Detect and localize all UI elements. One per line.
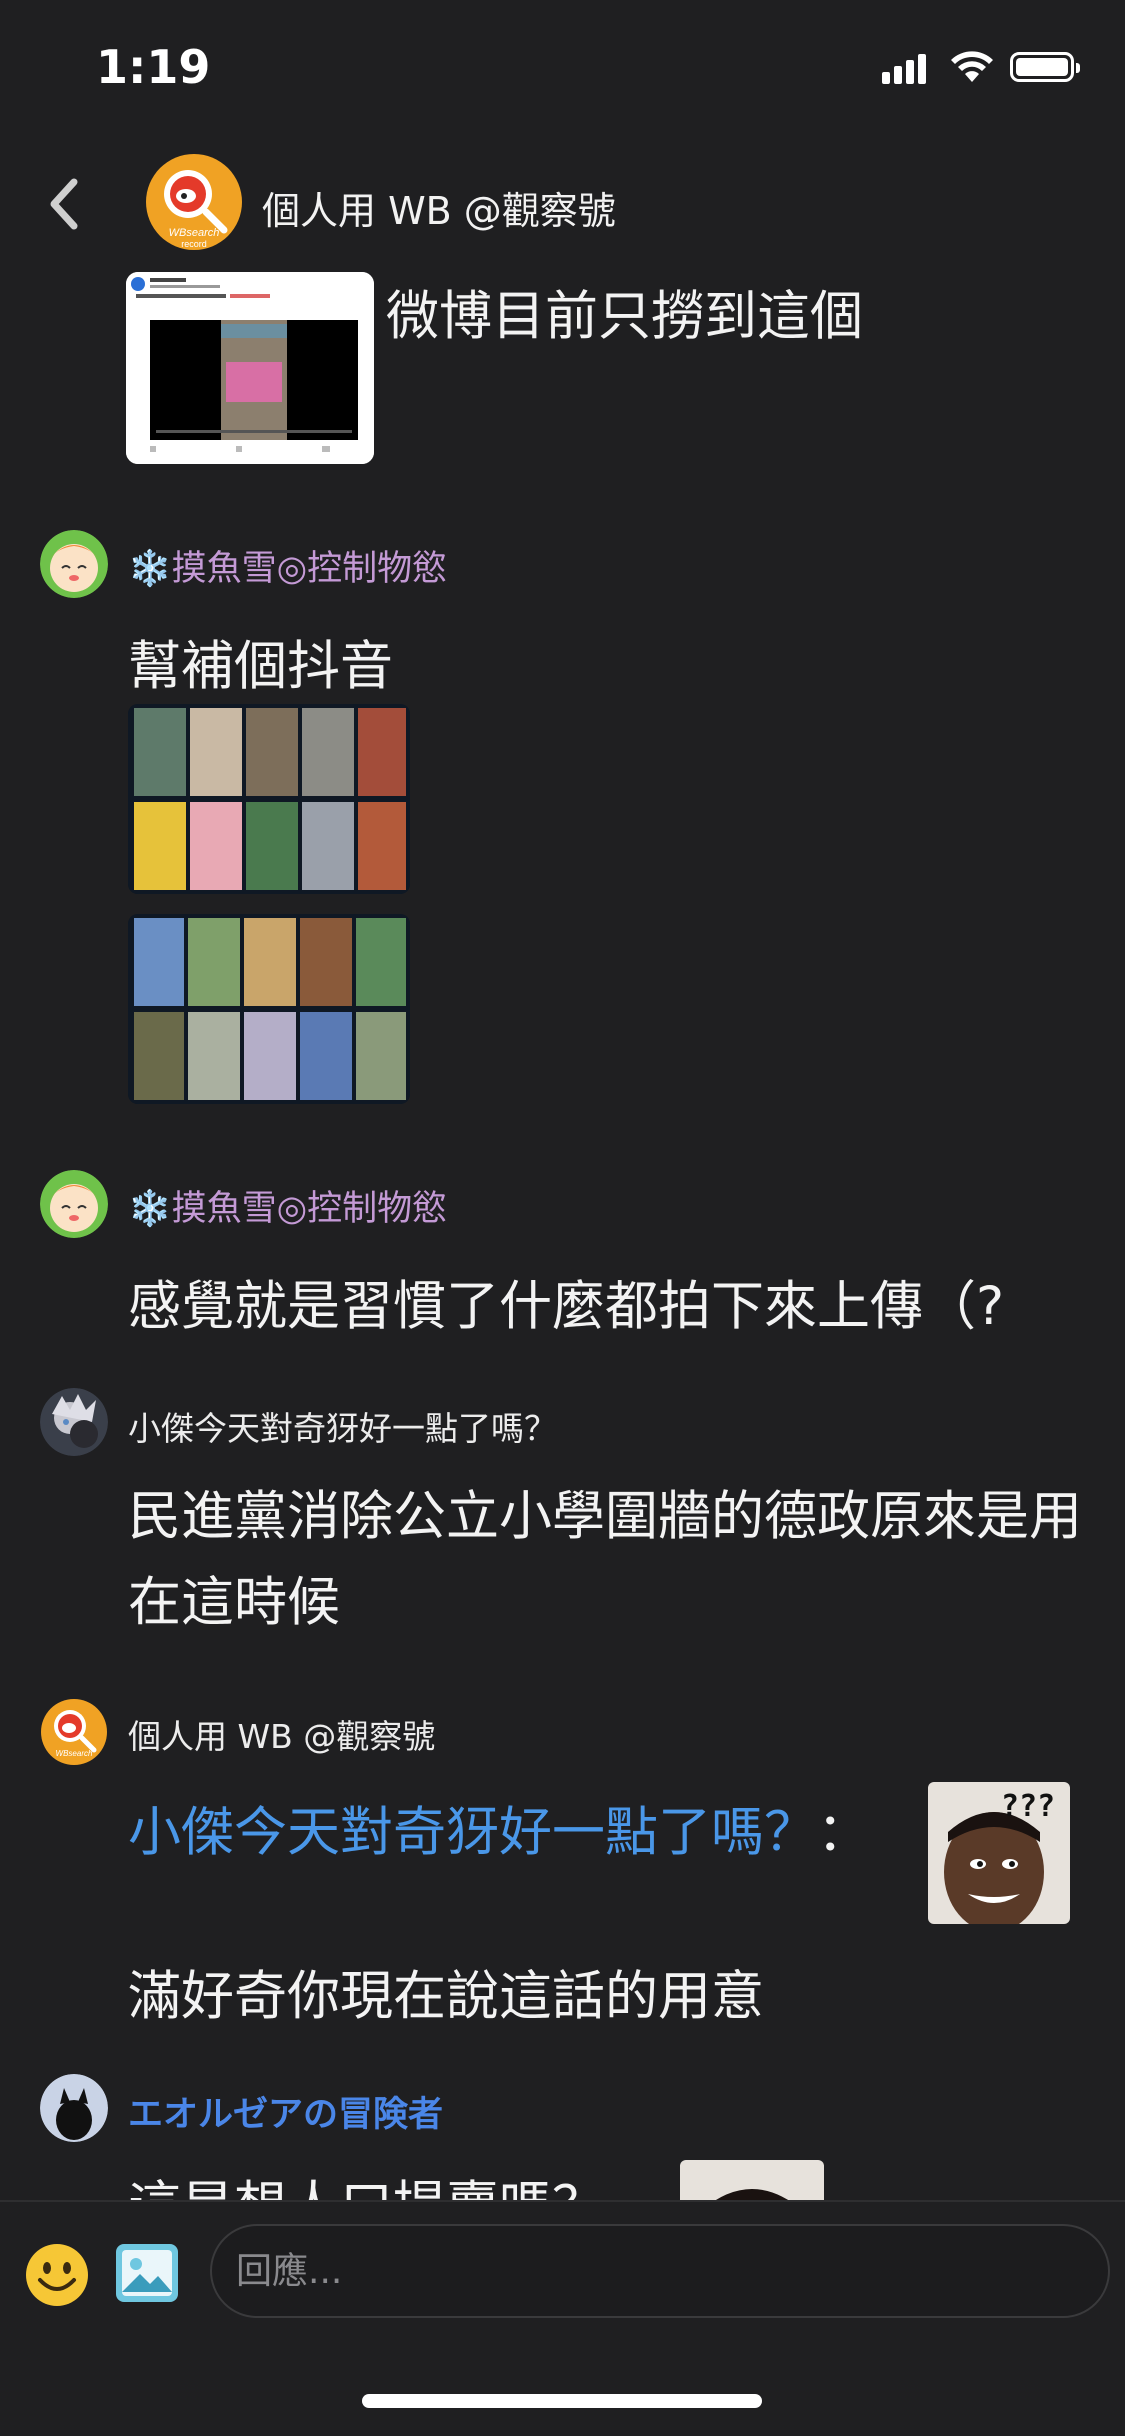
- wifi-icon: [951, 51, 993, 82]
- mention-line: 小傑今天對奇犽好一點了嗎？：: [128, 1790, 870, 1866]
- home-indicator[interactable]: [362, 2394, 762, 2408]
- message-text: 滿好奇你現在說這話的用意: [128, 1966, 764, 2027]
- avatar[interactable]: [40, 530, 108, 598]
- avatar[interactable]: [40, 1170, 108, 1238]
- avatar[interactable]: [40, 2074, 108, 2142]
- author-name[interactable]: エオルゼアの冒険者: [128, 2086, 443, 2137]
- user-mention-link[interactable]: 小傑今天對奇犽好一點了嗎？: [128, 1802, 817, 1863]
- author-name[interactable]: 個人用 WB @觀察號: [128, 1710, 435, 1758]
- wbsearch-logo-icon[interactable]: WBsearch: [40, 1698, 108, 1766]
- weibo-video-thumbnail[interactable]: [126, 272, 374, 464]
- chat-title[interactable]: 個人用 WB @觀察號: [262, 180, 616, 235]
- cellular-signal-icon: [882, 54, 930, 84]
- message-text: 微博目前只撈到這個: [386, 286, 863, 347]
- back-chevron-icon[interactable]: [44, 174, 84, 234]
- image-icon[interactable]: [114, 2240, 180, 2306]
- author-name[interactable]: ❄️摸魚雪◎控制物慾: [128, 540, 447, 591]
- confused-meme-sticker[interactable]: ???: [928, 1782, 1070, 1924]
- svg-text:WBsearch: WBsearch: [56, 1749, 93, 1758]
- chat-header: WBsearch record 個人用 WB @觀察號: [0, 140, 1125, 270]
- reply-input[interactable]: [210, 2224, 1110, 2318]
- svg-text:record: record: [181, 239, 207, 249]
- author-name[interactable]: ❄️摸魚雪◎控制物慾: [128, 1180, 447, 1231]
- battery-icon: [1010, 52, 1080, 82]
- meme-question-marks: ???: [1001, 1789, 1055, 1824]
- message-text: 幫補個抖音: [128, 636, 393, 697]
- message-text: 感覺就是習慣了什麼都拍下來上傳（?: [128, 1276, 1005, 1337]
- author-name[interactable]: 小傑今天對奇犽好一點了嗎？: [128, 1402, 557, 1450]
- douyin-screenshot-1[interactable]: [128, 704, 410, 894]
- status-time: 1:19: [96, 40, 211, 94]
- mention-separator: ：: [817, 1802, 870, 1863]
- smiley-icon[interactable]: [24, 2242, 90, 2308]
- wbsearch-logo-icon[interactable]: WBsearch record: [144, 152, 244, 252]
- douyin-screenshot-2[interactable]: [128, 914, 410, 1104]
- avatar[interactable]: [40, 1388, 108, 1456]
- svg-text:WBsearch: WBsearch: [169, 227, 220, 239]
- message-text: 民進黨消除公立小學圍牆的德政原來是用在這時候: [128, 1486, 1082, 1633]
- status-bar: 1:19: [0, 0, 1125, 120]
